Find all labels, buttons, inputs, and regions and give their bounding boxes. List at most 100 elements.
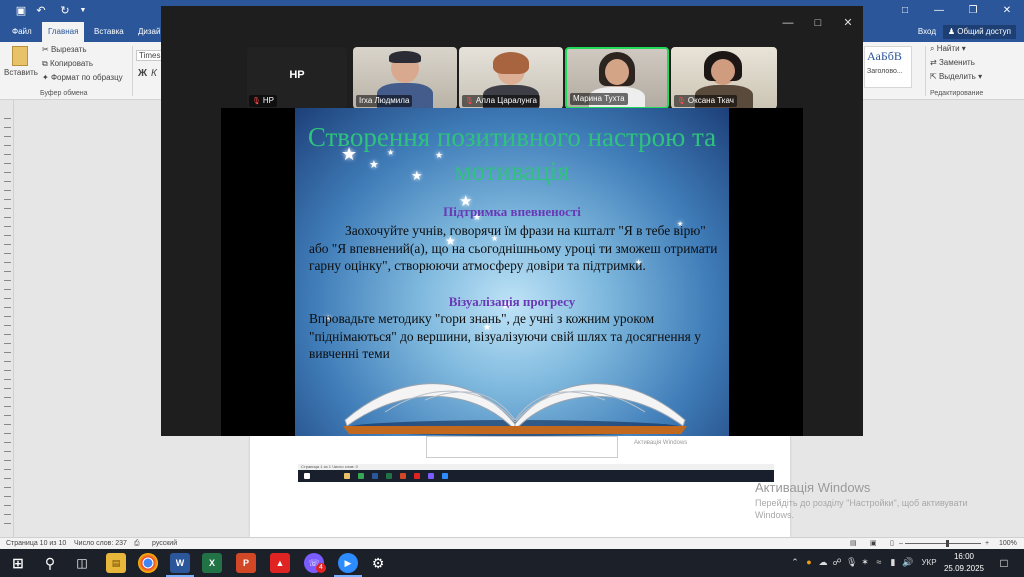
cut-label: Вырезать [50, 45, 87, 54]
format-painter-button[interactable]: ✦ Формат по образцу [42, 73, 123, 82]
share-button[interactable]: ♟ Общий доступ [942, 25, 1016, 39]
show-hidden-icons-icon[interactable]: ⌃ [790, 557, 800, 568]
save-icon[interactable]: ▣ [14, 4, 28, 18]
wifi-icon[interactable]: ≈ [874, 557, 884, 568]
network-icon[interactable]: ☍ [832, 557, 842, 568]
redo-icon[interactable]: ↻ [58, 4, 72, 18]
windows-start-icon[interactable]: ⊞ [8, 553, 28, 573]
embedded-taskbar [298, 470, 774, 482]
slide-heading-confidence: Підтримка впевненості [443, 204, 581, 219]
participant-video-hair [389, 51, 421, 63]
close-icon[interactable]: ✕ [990, 0, 1024, 22]
paste-icon[interactable] [12, 46, 28, 66]
maximize-icon[interactable]: □ [803, 6, 833, 40]
italic-button[interactable]: К [151, 68, 157, 79]
zoom-app-icon[interactable]: ▶ [338, 553, 358, 573]
close-icon[interactable]: ✕ [833, 6, 863, 40]
pdf-reader-icon[interactable]: ▲ [270, 553, 290, 573]
participant-name: Оксана Ткач [687, 96, 734, 105]
replace-button[interactable]: ⇄ Заменить [930, 58, 975, 67]
language-indicator[interactable]: русский [152, 538, 177, 549]
zoom-slider[interactable] [905, 543, 981, 544]
zoom-level[interactable]: 100% [999, 538, 1017, 549]
cut-button[interactable]: ✂ Вырезать [42, 45, 87, 54]
font-name-box[interactable]: Times N [136, 50, 162, 61]
minimize-icon[interactable]: — [773, 6, 803, 40]
mic-muted-icon: 🎙 [465, 98, 474, 105]
windows-activation-watermark: Активація Windows Перейдіть до розділу "… [755, 480, 995, 521]
participant-name: Алла Царалунга [475, 96, 537, 105]
app-tray-icon[interactable]: ● [804, 557, 814, 568]
find-label: Найти [936, 44, 960, 53]
replace-label: Заменить [938, 58, 975, 67]
mic-muted-icon: 🎙 [252, 98, 261, 105]
styles-gallery[interactable]: АаБбВ Заголово... [864, 46, 912, 88]
participant-name: Марина Тухта [573, 94, 625, 103]
powerpoint-icon[interactable]: P [236, 553, 256, 573]
participant-video-face [711, 59, 735, 83]
zoom-in-icon[interactable]: + [985, 538, 989, 549]
bluetooth-icon[interactable]: ✶ [860, 557, 870, 568]
embedded-screenshot-image: Активація Windows Страница 1 из 1 Число … [298, 436, 774, 482]
participants-strip: НР 🎙 НР Іrxa Людмила 🎙 Алла Царалунга Мари… [247, 47, 779, 109]
chrome-icon[interactable] [138, 553, 158, 573]
word-window-controls: □ — ❐ ✕ [888, 0, 1024, 22]
find-button[interactable]: ⌕ Найти ▾ [930, 44, 966, 54]
select-button[interactable]: ⇱ Выделить ▾ [930, 72, 982, 81]
copy-button[interactable]: ⧉ Копировать [42, 59, 93, 69]
print-layout-icon[interactable]: ▣ [870, 538, 877, 549]
zoom-out-icon[interactable]: – [899, 538, 903, 549]
input-language[interactable]: УКР [918, 557, 940, 568]
participant-tile[interactable]: 🎙 Алла Царалунга [459, 47, 563, 109]
presentation-slide: ★ ★ ★ ★ ★ ★ ★ ★ ★ ★ ★ ★ ★ ★ Створення по… [295, 108, 729, 436]
sign-in-link[interactable]: Вход [918, 22, 936, 42]
web-layout-icon[interactable]: ▯ [890, 538, 894, 549]
paste-button[interactable]: Вставить [4, 68, 38, 77]
zoom-slider-thumb[interactable] [946, 540, 949, 547]
word-icon[interactable]: W [170, 553, 190, 573]
participant-name: Іrxa Людмила [359, 96, 410, 105]
microphone-icon[interactable]: 🎙 [846, 557, 857, 568]
bold-button[interactable]: Ж [138, 68, 147, 79]
vertical-ruler [0, 100, 14, 537]
notifications-icon[interactable]: □ [994, 553, 1014, 573]
tab-insert[interactable]: Вставка [88, 22, 130, 42]
participant-tile[interactable]: 🎙 Оксана Ткач [671, 47, 777, 109]
word-count[interactable]: Число слов: 237 [74, 538, 127, 549]
styles-sample: АаБбВ [867, 49, 902, 63]
participant-video-face [605, 59, 629, 85]
settings-icon[interactable]: ⚙ [368, 553, 388, 573]
read-mode-icon[interactable]: ▤ [850, 538, 857, 549]
embedded-chrome-icon [358, 473, 364, 479]
task-view-icon[interactable]: ◫ [72, 553, 92, 573]
embedded-activation-text: Активація Windows [634, 440, 688, 446]
proofing-icon[interactable]: ⎙ [134, 538, 140, 549]
participant-name-tag: Марина Тухта [570, 93, 628, 105]
tab-home[interactable]: Главная [42, 22, 85, 42]
mic-muted-icon: 🎙 [677, 98, 686, 105]
volume-icon[interactable]: 🔊 [902, 557, 913, 568]
undo-icon[interactable]: ↶ [34, 4, 48, 18]
clock[interactable]: 16:00 25.09.2025 [942, 551, 986, 575]
file-explorer-icon[interactable]: ▤ [106, 553, 126, 573]
ribbon-display-icon[interactable]: □ [888, 0, 922, 22]
tab-file[interactable]: Файл [6, 22, 38, 42]
excel-icon[interactable]: X [202, 553, 222, 573]
participant-tile[interactable]: НР 🎙 НР [247, 47, 347, 109]
editing-group-label: Редактирование [930, 90, 984, 97]
notification-badge: 4 [316, 563, 326, 573]
customize-quick-access-icon[interactable]: ▼ [76, 4, 90, 18]
shared-screen: ★ ★ ★ ★ ★ ★ ★ ★ ★ ★ ★ ★ ★ ★ Створення по… [221, 108, 803, 436]
battery-icon[interactable]: ▮ [888, 557, 898, 568]
page-count[interactable]: Страница 10 из 10 [6, 538, 66, 549]
maximize-icon[interactable]: ❐ [956, 0, 990, 22]
search-icon[interactable]: ⚲ [40, 553, 60, 573]
onedrive-icon[interactable]: ☁ [818, 557, 828, 568]
embedded-viber-icon [428, 473, 434, 479]
minimize-icon[interactable]: — [922, 0, 956, 22]
participant-tile-active-speaker[interactable]: Марина Тухта [565, 47, 669, 109]
zoom-window-controls: — □ ✕ [773, 6, 863, 40]
participant-tile[interactable]: Іrxa Людмила [353, 47, 457, 109]
clock-time: 16:00 [953, 552, 975, 561]
select-label: Выделить [938, 72, 976, 81]
